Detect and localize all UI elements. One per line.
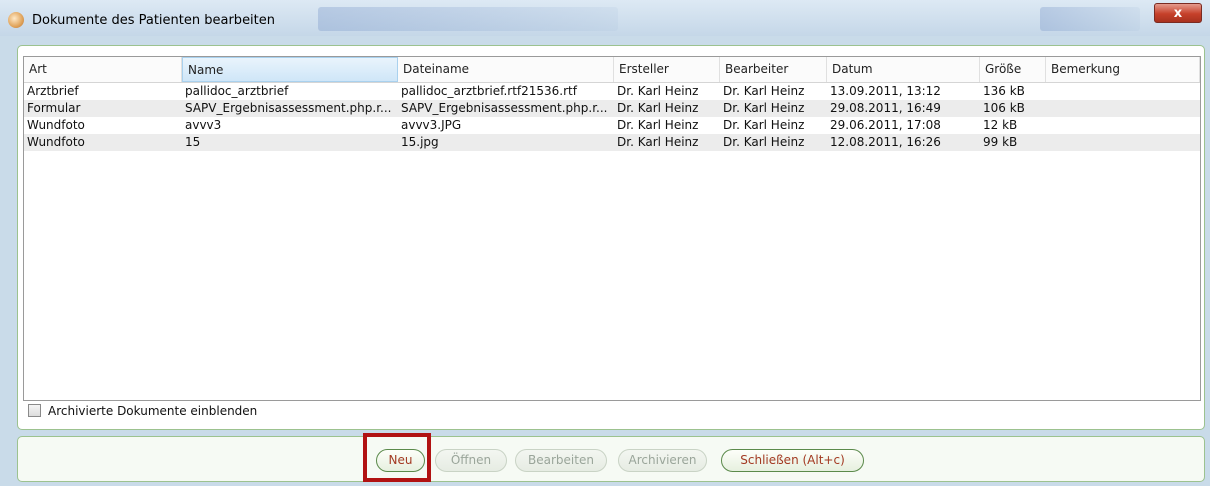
edit-button[interactable]: Bearbeiten <box>515 449 607 472</box>
cell-groesse: 99 kB <box>983 135 1018 149</box>
table-row[interactable]: Arztbrief pallidoc_arztbrief pallidoc_ar… <box>24 83 1200 100</box>
cell-bearbeiter: Dr. Karl Heinz <box>723 118 805 132</box>
cell-name: avvv3 <box>185 118 222 132</box>
open-button[interactable]: Öffnen <box>435 449 507 472</box>
close-icon[interactable]: x <box>1154 3 1202 23</box>
cell-ersteller: Dr. Karl Heinz <box>617 118 699 132</box>
dialog-window: Dokumente des Patienten bearbeiten x Art… <box>0 0 1210 486</box>
table-row[interactable]: Formular SAPV_Ergebnisassessment.php.r..… <box>24 100 1200 117</box>
cell-art: Formular <box>27 101 81 115</box>
cell-dateiname: pallidoc_arztbrief.rtf21536.rtf <box>401 84 577 98</box>
cell-groesse: 106 kB <box>983 101 1025 115</box>
cell-bemerkung <box>1046 134 1200 151</box>
cell-name: pallidoc_arztbrief <box>185 84 289 98</box>
documents-panel: Art Name Dateiname Ersteller Bearbeiter … <box>17 45 1205 430</box>
cell-datum: 13.09.2011, 13:12 <box>830 84 941 98</box>
cell-bearbeiter: Dr. Karl Heinz <box>723 84 805 98</box>
column-header-datum[interactable]: Datum <box>827 57 980 82</box>
cell-datum: 12.08.2011, 16:26 <box>830 135 941 149</box>
cell-groesse: 136 kB <box>983 84 1025 98</box>
cell-bemerkung <box>1046 100 1200 117</box>
cell-bemerkung <box>1046 117 1200 134</box>
blurred-background-window <box>1040 7 1140 31</box>
cell-datum: 29.06.2011, 17:08 <box>830 118 941 132</box>
cell-bearbeiter: Dr. Karl Heinz <box>723 101 805 115</box>
column-header-bemerkung[interactable]: Bemerkung <box>1046 57 1200 82</box>
close-button[interactable]: Schließen (Alt+c) <box>721 449 864 472</box>
cell-bearbeiter: Dr. Karl Heinz <box>723 135 805 149</box>
blurred-background-window <box>318 7 618 31</box>
column-header-bearbeiter[interactable]: Bearbeiter <box>720 57 827 82</box>
column-header-groesse[interactable]: Größe <box>980 57 1046 82</box>
cell-ersteller: Dr. Karl Heinz <box>617 101 699 115</box>
show-archived-label: Archivierte Dokumente einblenden <box>48 404 258 418</box>
table-row[interactable]: Wundfoto avvv3 avvv3.JPG Dr. Karl Heinz … <box>24 117 1200 134</box>
column-header-name[interactable]: Name <box>182 57 398 82</box>
title-bar[interactable]: Dokumente des Patienten bearbeiten x <box>0 0 1210 36</box>
show-archived-checkbox[interactable] <box>28 404 41 417</box>
cell-art: Wundfoto <box>27 135 85 149</box>
archive-button[interactable]: Archivieren <box>618 449 707 472</box>
button-panel: Neu Öffnen Bearbeiten Archivieren Schlie… <box>17 436 1205 482</box>
cell-art: Arztbrief <box>27 84 79 98</box>
table-header: Art Name Dateiname Ersteller Bearbeiter … <box>24 57 1200 83</box>
column-header-ersteller[interactable]: Ersteller <box>614 57 720 82</box>
cell-art: Wundfoto <box>27 118 85 132</box>
documents-table: Art Name Dateiname Ersteller Bearbeiter … <box>23 56 1201 401</box>
highlight-frame <box>363 433 431 482</box>
cell-bemerkung <box>1046 83 1200 100</box>
table-row[interactable]: Wundfoto 15 15.jpg Dr. Karl Heinz Dr. Ka… <box>24 134 1200 151</box>
cell-dateiname: SAPV_Ergebnisassessment.php.r... <box>401 101 608 115</box>
window-title: Dokumente des Patienten bearbeiten <box>32 13 276 28</box>
cell-dateiname: 15.jpg <box>401 135 439 149</box>
cell-groesse: 12 kB <box>983 118 1018 132</box>
column-header-art[interactable]: Art <box>24 57 182 82</box>
cell-datum: 29.08.2011, 16:49 <box>830 101 941 115</box>
cell-name: SAPV_Ergebnisassessment.php.r... <box>185 101 392 115</box>
column-header-dateiname[interactable]: Dateiname <box>398 57 614 82</box>
cell-ersteller: Dr. Karl Heinz <box>617 84 699 98</box>
cell-ersteller: Dr. Karl Heinz <box>617 135 699 149</box>
app-icon <box>8 12 24 28</box>
cell-name: 15 <box>185 135 201 149</box>
cell-dateiname: avvv3.JPG <box>401 118 462 132</box>
